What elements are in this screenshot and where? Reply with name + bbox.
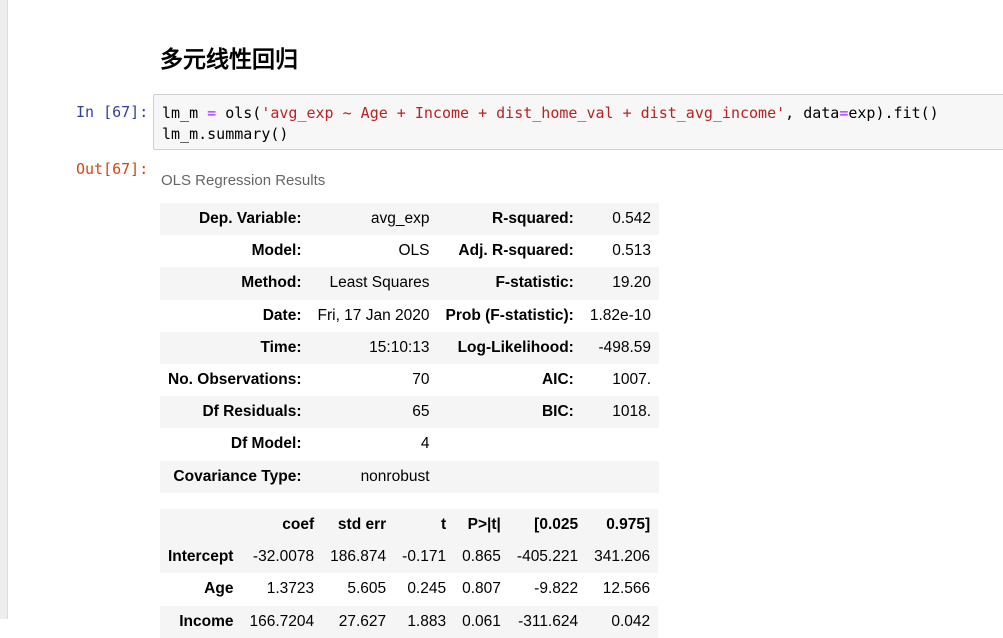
summary-value: 65 — [412, 403, 430, 421]
summary-row: Date: Fri, 17 Jan 2020 Prob (F-statistic):… — [160, 300, 659, 332]
coef-value: 1.3723 — [266, 580, 315, 598]
coef-value: 1.883 — [407, 612, 447, 630]
summary-row: Method: Least Squares F-statistic: 19.20 — [160, 267, 660, 300]
summary-label: AIC: — [541, 371, 574, 389]
summary-value: Fri, 17 Jan 2020 — [317, 306, 430, 324]
summary-value: 19.20 — [612, 274, 652, 292]
coef-value: 0.865 — [462, 548, 501, 566]
summary-row: Dep. Variable: avg_exp R-squared: 0.542 — [160, 203, 660, 236]
code-editor[interactable]: lm_m = ols('avg_exp ~ Age + Income + dis… — [162, 103, 939, 145]
summary-label: Model: — [251, 242, 302, 260]
notebook-left-border — [0, 0, 8, 619]
coef-value: 0.245 — [407, 580, 447, 598]
summary-value: nonrobust — [360, 467, 430, 485]
coef-value: -32.0078 — [252, 548, 315, 566]
code-token: exp).fit() — [848, 104, 939, 122]
summary-value: -498.59 — [598, 338, 652, 356]
summary-label: F-statistic: — [495, 274, 574, 292]
summary-value: avg_exp — [370, 210, 430, 228]
coef-value: 341.206 — [594, 548, 651, 566]
code-operator: = — [839, 104, 849, 122]
summary-value — [582, 428, 659, 460]
coef-value: -9.822 — [534, 580, 579, 598]
summary-label: Prob (F-statistic): — [445, 306, 574, 324]
coef-value: -405.221 — [516, 548, 579, 566]
input-prompt: In [67]: — [76, 103, 149, 121]
summary-label: Df Residuals: — [202, 403, 302, 421]
coef-variable-name: Income — [179, 612, 234, 630]
summary-label: Covariance Type: — [173, 467, 302, 485]
coef-value: 0.061 — [462, 612, 501, 630]
summary-label: Time: — [260, 338, 302, 356]
summary-label: BIC: — [541, 403, 574, 421]
table-caption: OLS Regression Results — [161, 172, 326, 189]
coef-header-cell: 0.975] — [606, 516, 651, 534]
summary-label: Df Model: — [230, 435, 302, 453]
coef-header-cell: coef — [282, 516, 315, 534]
section-heading: 多元线性回归 — [160, 47, 298, 73]
summary-table: Dep. Variable: avg_exp R-squared: 0.542 Mode… — [160, 203, 660, 493]
summary-value: 4 — [420, 435, 430, 453]
code-input-area[interactable]: lm_m = ols('avg_exp ~ Age + Income + dis… — [153, 94, 1003, 150]
coefficient-table: coef std err t P>|t| [0.025 0.975] Intercept -… — [160, 509, 659, 638]
summary-label: Log-Likelihood: — [457, 338, 574, 356]
summary-row: Df Residuals: 65 BIC: 1018. — [160, 396, 660, 429]
code-token: , data — [785, 104, 840, 122]
summary-value: 0.542 — [612, 210, 652, 228]
coef-variable-name: Age — [204, 580, 234, 598]
summary-row: Model: OLS Adj. R-squared: 0.513 — [160, 235, 659, 267]
summary-value: Least Squares — [329, 274, 430, 292]
coef-value: -0.171 — [402, 548, 447, 566]
coef-value: 0.807 — [462, 580, 501, 598]
summary-value: 1.82e-10 — [589, 306, 652, 324]
coef-value: 166.7204 — [249, 612, 315, 630]
coef-value: 12.566 — [602, 580, 651, 598]
summary-value: OLS — [398, 242, 430, 260]
coef-value: 5.605 — [347, 580, 387, 598]
summary-row: Time: 15:10:13 Log-Likelihood: -498.59 — [160, 331, 660, 364]
code-token: lm_m — [162, 104, 208, 122]
coef-value: 0.042 — [611, 612, 651, 630]
coef-header-cell: t — [440, 516, 447, 534]
summary-label: R-squared: — [492, 210, 574, 228]
coef-header-row: coef std err t P>|t| [0.025 0.975] — [160, 509, 659, 542]
coef-value: 27.627 — [338, 612, 387, 630]
summary-label: No. Observations: — [168, 371, 302, 389]
summary-label: Dep. Variable: — [198, 210, 302, 228]
code-operator: = — [207, 104, 217, 122]
coef-variable-name: Intercept — [168, 548, 234, 566]
summary-value: 1007. — [612, 371, 652, 389]
summary-value: 70 — [412, 371, 430, 389]
summary-row: No. Observations: 70 AIC: 1007. — [160, 364, 659, 396]
coef-header-cell: std err — [337, 516, 387, 534]
coef-row: Income 166.7204 27.627 1.883 0.061 -311.624 0.… — [160, 605, 659, 638]
summary-value — [582, 461, 659, 493]
coef-value: -311.624 — [518, 612, 579, 630]
coef-row: Age 1.3723 5.605 0.245 0.807 -9.822 12.566 — [160, 573, 658, 605]
output-prompt: Out[67]: — [76, 160, 149, 178]
coef-header-cell: [0.025 — [534, 516, 579, 534]
summary-label — [438, 428, 582, 460]
coef-value: 186.874 — [330, 548, 387, 566]
coef-header-cell: P>|t| — [467, 516, 501, 534]
summary-value: 1018. — [612, 403, 652, 421]
summary-value: 15:10:13 — [369, 338, 430, 356]
coef-header-cell — [160, 509, 241, 541]
summary-row: Covariance Type: nonrobust — [160, 460, 660, 493]
summary-label: Date: — [262, 306, 302, 324]
summary-label: Adj. R-squared: — [458, 242, 574, 260]
code-token: ols( — [216, 104, 262, 122]
code-line-2: lm_m.summary() — [162, 125, 289, 143]
coef-row: Intercept -32.0078 186.874 -0.171 0.865 -405.… — [160, 541, 659, 574]
summary-label: Method: — [241, 274, 302, 292]
summary-row: Df Model: 4 — [160, 428, 659, 460]
summary-label — [438, 461, 582, 493]
summary-value: 0.513 — [612, 242, 652, 260]
code-string-formula: 'avg_exp ~ Age + Income + dist_home_val … — [261, 104, 786, 122]
